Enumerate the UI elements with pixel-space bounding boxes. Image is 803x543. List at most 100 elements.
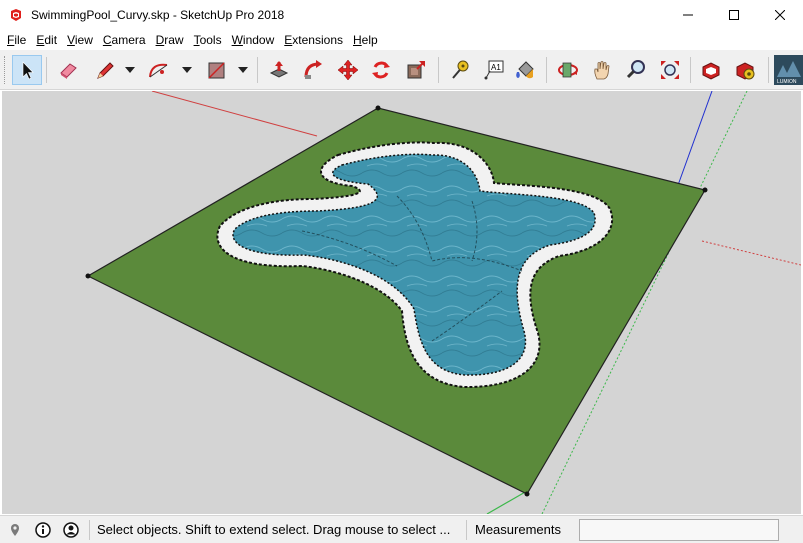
ground-vertex [524, 491, 530, 497]
maximize-button[interactable] [711, 0, 757, 30]
text-tool-glyph: A1 [491, 63, 501, 72]
tape-measure-icon [452, 60, 469, 79]
pencil-line-icon [97, 62, 114, 79]
text-tool-button[interactable]: A1 [478, 55, 508, 85]
user-account-icon [63, 521, 79, 538]
line-tool-button[interactable] [90, 55, 120, 85]
menu-file-label: ile [14, 33, 27, 47]
menu-camera[interactable]: Camera [98, 30, 151, 50]
menu-edit-label: dit [44, 33, 58, 47]
ground-vertex [85, 273, 91, 279]
menu-camera-label: amera [111, 33, 146, 47]
maximize-icon [729, 10, 739, 20]
pan-icon [594, 61, 610, 80]
arc-tool-dropdown-icon[interactable] [182, 65, 192, 75]
sketchup-app-icon [11, 9, 21, 21]
main-toolbar: A1 LUMION [0, 50, 803, 90]
ground-vertex [702, 187, 708, 193]
toolbar-separator [438, 57, 439, 83]
menu-bar: File Edit View Camera Draw Tools Window … [0, 30, 803, 50]
line-tool-dropdown-icon[interactable] [125, 65, 135, 75]
select-icon [22, 61, 34, 80]
measurements-label: Measurements [475, 522, 561, 537]
status-separator [89, 519, 90, 540]
orbit-tool-button[interactable] [553, 55, 583, 85]
push-pull-tool-button[interactable] [264, 55, 294, 85]
status-message: Select objects. Shift to extend select. … [97, 522, 451, 537]
geo-location-status[interactable] [7, 522, 23, 538]
menu-file[interactable]: File [2, 30, 31, 50]
toolbar-grip[interactable] [4, 56, 7, 84]
rectangle-tool-dropdown-icon[interactable] [238, 65, 248, 75]
lumion-button[interactable]: LUMION [774, 55, 803, 85]
toolbar-separator [768, 57, 769, 83]
toolbar-separator [46, 57, 47, 83]
move-tool-button[interactable] [333, 55, 363, 85]
select-tool-button[interactable] [12, 55, 42, 85]
3d-warehouse-button[interactable] [696, 55, 726, 85]
menu-window-accel: W [231, 33, 243, 47]
rotate-tool-button[interactable] [366, 55, 396, 85]
menu-window[interactable]: Window [227, 30, 280, 50]
measurements-input[interactable] [579, 519, 779, 541]
move-icon [337, 59, 359, 81]
model-viewport[interactable] [2, 91, 801, 514]
eraser-icon [60, 63, 77, 79]
info-circle-icon [35, 521, 51, 538]
menu-draw[interactable]: Draw [151, 30, 189, 50]
minimize-icon [683, 14, 693, 16]
minimize-button[interactable] [665, 0, 711, 30]
zoom-extents-icon [661, 61, 679, 79]
arc-tool-button[interactable] [144, 55, 174, 85]
follow-me-icon [304, 60, 322, 79]
rotate-icon [372, 61, 390, 79]
menu-tools[interactable]: Tools [189, 30, 227, 50]
menu-extensions-label: xtensions [292, 33, 343, 47]
menu-tools-label: ools [199, 33, 222, 47]
credits-status[interactable] [35, 521, 51, 538]
menu-draw-label: raw [164, 33, 184, 47]
text-label-icon: A1 [484, 60, 504, 80]
menu-help-label: elp [361, 33, 378, 47]
paint-bucket-tool-button[interactable] [510, 55, 540, 85]
menu-view-accel: V [67, 33, 75, 47]
close-button[interactable] [757, 0, 803, 30]
menu-view-label: iew [74, 33, 93, 47]
status-separator [466, 519, 467, 540]
follow-me-tool-button[interactable] [298, 55, 328, 85]
extension-warehouse-icon [736, 62, 755, 80]
red-axis-line [151, 91, 318, 137]
zoom-extents-tool-button[interactable] [655, 55, 685, 85]
menu-draw-accel: D [155, 33, 165, 47]
pan-tool-button[interactable] [587, 55, 617, 85]
zoom-icon [626, 60, 645, 79]
rectangle-tool-button[interactable] [201, 55, 231, 85]
blue-axis-line [672, 91, 713, 200]
model-canvas[interactable] [2, 91, 801, 514]
zoom-tool-button[interactable] [621, 55, 651, 85]
tape-measure-tool-button[interactable] [444, 55, 474, 85]
eraser-tool-button[interactable] [53, 55, 83, 85]
orbit-icon [558, 62, 578, 78]
menu-help-accel: H [353, 33, 362, 47]
menu-help[interactable]: Help [348, 30, 383, 50]
menu-camera-accel: C [102, 33, 112, 47]
extension-warehouse-button[interactable] [730, 55, 760, 85]
account-status[interactable] [63, 521, 79, 538]
offset-icon [407, 61, 425, 79]
menu-view[interactable]: View [62, 30, 98, 50]
warehouse-icon [702, 62, 720, 80]
menu-edit[interactable]: Edit [31, 30, 62, 50]
paint-bucket-icon [516, 61, 534, 79]
toolbar-separator [257, 57, 258, 83]
red-axis-dotted [701, 240, 801, 266]
status-bar: Select objects. Shift to extend select. … [0, 515, 803, 543]
green-axis-line [486, 490, 528, 514]
geo-location-icon [11, 523, 19, 536]
window-controls [665, 0, 803, 30]
scale-tool-button[interactable] [401, 55, 431, 85]
lumion-label: LUMION [777, 79, 797, 85]
close-icon [775, 10, 785, 20]
menu-window-label: indow [242, 33, 275, 47]
menu-extensions[interactable]: Extensions [279, 30, 348, 50]
